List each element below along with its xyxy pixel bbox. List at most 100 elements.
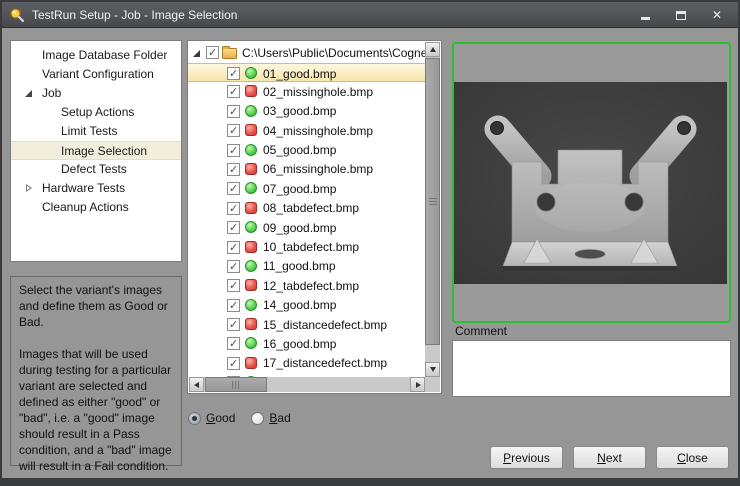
image-checkbox[interactable] bbox=[227, 299, 240, 312]
sidebar-item-label: Defect Tests bbox=[61, 162, 127, 176]
image-checkbox[interactable] bbox=[227, 182, 240, 195]
horizontal-scroll-thumb[interactable] bbox=[205, 377, 267, 392]
sidebar-item[interactable]: Image Database Folder bbox=[11, 46, 181, 65]
tree-expander-icon[interactable] bbox=[25, 184, 34, 193]
footer-button-bar: Previous Next Close bbox=[2, 446, 729, 469]
maximize-button[interactable] bbox=[670, 6, 692, 24]
image-row[interactable]: 11_good.bmp bbox=[188, 257, 425, 276]
image-checkbox[interactable] bbox=[227, 241, 240, 254]
sidebar-item[interactable]: Cleanup Actions bbox=[11, 198, 181, 217]
horizontal-scrollbar[interactable] bbox=[189, 377, 425, 392]
tree-expander-icon[interactable] bbox=[25, 108, 34, 117]
image-checkbox[interactable] bbox=[227, 144, 240, 157]
radio-option[interactable]: Good bbox=[188, 411, 235, 425]
image-filename: 07_good.bmp bbox=[263, 182, 336, 196]
tree-expander-icon[interactable] bbox=[25, 70, 34, 79]
image-filename: 02_missinghole.bmp bbox=[263, 85, 373, 99]
radio-option[interactable]: Bad bbox=[251, 411, 290, 425]
image-row[interactable]: 06_missinghole.bmp bbox=[188, 160, 425, 179]
image-checkbox[interactable] bbox=[227, 163, 240, 176]
minimize-button[interactable] bbox=[634, 6, 656, 24]
image-checkbox[interactable] bbox=[227, 85, 240, 98]
image-checkbox[interactable] bbox=[227, 318, 240, 331]
image-checkbox[interactable] bbox=[227, 202, 240, 215]
status-icon bbox=[245, 105, 257, 117]
image-row[interactable]: 04_missinghole.bmp bbox=[188, 121, 425, 140]
image-checkbox[interactable] bbox=[227, 67, 240, 80]
status-icon bbox=[245, 260, 257, 272]
sidebar-item[interactable]: Variant Configuration bbox=[11, 65, 181, 84]
tree-expander-icon[interactable] bbox=[25, 127, 34, 136]
up-arrow-icon bbox=[430, 47, 436, 52]
image-filename: 09_good.bmp bbox=[263, 221, 336, 235]
image-row[interactable]: 17_distancedefect.bmp bbox=[188, 354, 425, 373]
image-filename: 06_missinghole.bmp bbox=[263, 162, 373, 176]
status-icon bbox=[245, 279, 257, 291]
image-filename: 11_good.bmp bbox=[263, 259, 336, 273]
sidebar-item[interactable]: Job bbox=[11, 84, 181, 103]
sidebar-item[interactable]: Image Selection bbox=[11, 141, 181, 160]
vertical-scroll-thumb[interactable] bbox=[425, 58, 440, 345]
image-row[interactable]: 05_good.bmp bbox=[188, 141, 425, 160]
image-row[interactable]: 01_good.bmp bbox=[188, 63, 425, 82]
status-icon bbox=[245, 85, 257, 97]
down-arrow-icon bbox=[430, 367, 436, 372]
image-checkbox[interactable] bbox=[227, 357, 240, 370]
tree-expander-icon[interactable] bbox=[25, 51, 34, 60]
status-icon bbox=[245, 357, 257, 369]
radio-icon[interactable] bbox=[188, 412, 201, 425]
window-title: TestRun Setup - Job - Image Selection bbox=[32, 8, 237, 22]
scroll-down-button[interactable] bbox=[425, 362, 440, 377]
image-row[interactable]: 07_good.bmp bbox=[188, 179, 425, 198]
image-row[interactable]: 10_tabdefect.bmp bbox=[188, 238, 425, 257]
image-filename: 08_tabdefect.bmp bbox=[263, 201, 359, 215]
tree-expander-icon[interactable] bbox=[25, 203, 34, 212]
image-row[interactable]: 09_good.bmp bbox=[188, 218, 425, 237]
image-checkbox[interactable] bbox=[227, 279, 240, 292]
image-checkbox[interactable] bbox=[227, 221, 240, 234]
sidebar-item-label: Variant Configuration bbox=[42, 67, 154, 81]
scroll-left-button[interactable] bbox=[189, 377, 204, 392]
folder-root-row[interactable]: C:\Users\Public\Documents\Cogne... bbox=[188, 43, 425, 63]
titlebar[interactable]: TestRun Setup - Job - Image Selection ✕ bbox=[2, 2, 738, 28]
tree-expander-icon[interactable] bbox=[25, 165, 34, 174]
image-checkbox[interactable] bbox=[227, 260, 240, 273]
image-row[interactable]: 12_tabdefect.bmp bbox=[188, 276, 425, 295]
status-icon bbox=[245, 241, 257, 253]
comment-input[interactable] bbox=[452, 340, 731, 397]
radio-icon[interactable] bbox=[251, 412, 264, 425]
tree-expander-icon[interactable] bbox=[25, 147, 34, 156]
magnifier-icon bbox=[9, 7, 25, 23]
image-row[interactable]: 16_good.bmp bbox=[188, 334, 425, 353]
minimize-icon bbox=[641, 17, 650, 20]
footer-button[interactable]: Previous bbox=[490, 446, 563, 469]
tree-expander-icon[interactable] bbox=[193, 49, 202, 58]
status-icon bbox=[245, 144, 257, 156]
image-checkbox[interactable] bbox=[227, 337, 240, 350]
status-icon bbox=[245, 202, 257, 214]
sidebar-item[interactable]: Limit Tests bbox=[11, 122, 181, 141]
scroll-right-button[interactable] bbox=[410, 377, 425, 392]
sidebar-item[interactable]: Setup Actions bbox=[11, 103, 181, 122]
sidebar-item-label: Limit Tests bbox=[61, 124, 117, 138]
footer-button[interactable]: Next bbox=[573, 446, 646, 469]
image-row[interactable]: 03_good.bmp bbox=[188, 102, 425, 121]
tree-expander-icon[interactable] bbox=[25, 89, 34, 98]
folder-checkbox[interactable] bbox=[206, 46, 219, 59]
footer-button[interactable]: Close bbox=[656, 446, 729, 469]
image-row[interactable]: 14_good.bmp bbox=[188, 296, 425, 315]
image-filename: 16_good.bmp bbox=[263, 337, 336, 351]
image-row[interactable]: 02_missinghole.bmp bbox=[188, 82, 425, 101]
sidebar-item[interactable]: Hardware Tests bbox=[11, 179, 181, 198]
image-list-panel: C:\Users\Public\Documents\Cogne... 01_go… bbox=[187, 40, 442, 394]
image-row[interactable]: 15_distancedefect.bmp bbox=[188, 315, 425, 334]
sidebar-item-label: Job bbox=[42, 86, 61, 100]
scroll-up-button[interactable] bbox=[425, 42, 440, 57]
vertical-scrollbar[interactable] bbox=[425, 42, 440, 377]
close-icon: ✕ bbox=[712, 9, 722, 21]
sidebar-item[interactable]: Defect Tests bbox=[11, 160, 181, 179]
image-checkbox[interactable] bbox=[227, 105, 240, 118]
image-checkbox[interactable] bbox=[227, 124, 240, 137]
close-button[interactable]: ✕ bbox=[706, 6, 728, 24]
image-row[interactable]: 08_tabdefect.bmp bbox=[188, 199, 425, 218]
